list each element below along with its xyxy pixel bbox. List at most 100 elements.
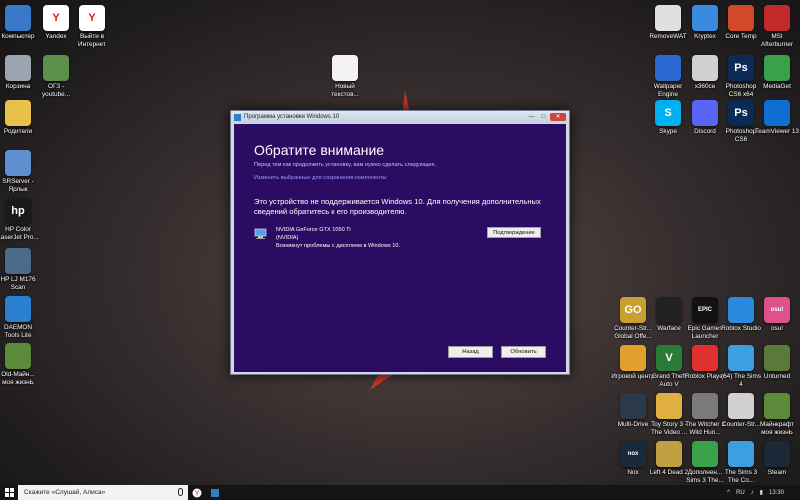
confirm-button[interactable]: Подтверждение	[487, 227, 541, 238]
icon-steam-icon	[764, 441, 790, 467]
icon-label: HP LJ M176 Scan	[0, 276, 36, 291]
icon-label: HP Color LaserJet Pro...	[0, 226, 39, 241]
device-name: NVIDIA GeForce GTX 1050 Ti	[276, 227, 351, 233]
microphone-icon[interactable]	[178, 488, 183, 496]
icon-teamviewer-icon	[764, 100, 790, 126]
icon-photoshop-x64-icon: Ps	[728, 55, 754, 81]
icon-label: Yandex	[45, 33, 67, 40]
icon-yandex-icon: Y	[43, 5, 69, 31]
close-button[interactable]: ✕	[550, 113, 566, 121]
page-title: Обратите внимание	[254, 142, 385, 158]
icon-epic-icon: EPIC	[692, 297, 718, 323]
icon-skype-icon: S	[655, 100, 681, 126]
icon-label: Discord	[694, 128, 716, 135]
icon-ogz-icon	[43, 55, 69, 81]
icon-label: Steam	[767, 469, 787, 476]
taskbar: Скажите «Слушай, Алиса» Y ^ RU ♪ ▮ 13:30	[0, 485, 800, 500]
icon-parents[interactable]: Родители	[0, 100, 40, 136]
icon-wallpaper-engine-icon	[655, 55, 681, 81]
page-subtitle: Перед тем как продолжить установку, вам …	[254, 162, 437, 168]
yandex-browser-icon: Y	[192, 488, 202, 497]
refresh-button[interactable]: Обновить	[501, 346, 546, 358]
setup-window: Программа установки Windows 10 — □ ✕ Обр…	[230, 110, 570, 375]
icon-photoshop-icon: Ps	[728, 100, 754, 126]
tray-chevron-icon[interactable]: ^	[727, 490, 730, 496]
icon-minecraft-old-icon	[5, 343, 31, 369]
icon-l4d2-icon	[656, 441, 682, 467]
icon-label: Выйти в Интернет	[78, 33, 106, 48]
device-vendor: (NVIDIA)	[276, 235, 299, 241]
icon-removewat-icon	[655, 5, 681, 31]
icon-hp-scan[interactable]: HP LJ M176 Scan	[0, 248, 40, 291]
setup-app-icon	[211, 488, 219, 497]
icon-label: Nox	[627, 469, 639, 476]
icon-unturned-icon	[764, 345, 790, 371]
volume-icon[interactable]: ♪	[751, 490, 754, 496]
icon-label: osu!	[770, 325, 784, 332]
icon-minecraft-old[interactable]: Old-Майн... моя жизнЬ	[0, 343, 40, 386]
icon-mediaget[interactable]: MediaGet	[755, 55, 799, 91]
system-tray: ^ RU ♪ ▮ 13:30	[727, 489, 800, 497]
icon-label: Skype	[659, 128, 677, 135]
icon-unturned[interactable]: Unturned	[755, 345, 799, 381]
icon-label: Новый текстов...	[331, 83, 359, 98]
dialog-footer: Назад Обновить	[448, 346, 546, 358]
icon-yandex-exit[interactable]: Y Выйти в Интернет	[70, 5, 114, 48]
icon-parents-icon	[5, 100, 31, 126]
language-indicator[interactable]: RU	[736, 490, 745, 496]
icon-ogz[interactable]: ОГЗ - youtube...	[34, 55, 78, 98]
icon-msi-afterburner-icon	[764, 5, 790, 31]
icon-hp-color[interactable]: hp HP Color LaserJet Pro...	[0, 198, 40, 241]
icon-new-text[interactable]: Новый текстов...	[323, 55, 367, 98]
windows-logo-icon	[4, 488, 14, 497]
icon-teamviewer[interactable]: TeamViewer 13	[755, 100, 799, 136]
icon-label: Unturned	[763, 373, 791, 380]
icon-csgo-icon: GO	[620, 297, 646, 323]
icon-label: Old-Майн... моя жизнЬ	[1, 371, 35, 386]
icon-osu[interactable]: osu! osu!	[755, 297, 799, 333]
icon-srserver[interactable]: SRServer - Ярлык	[0, 150, 40, 193]
icon-sims3-icon	[728, 441, 754, 467]
icon-yandex-exit-icon: Y	[79, 5, 105, 31]
icon-kryptex-icon	[692, 5, 718, 31]
device-info: NVIDIA GeForce GTX 1050 Ti (NVIDIA) Возн…	[276, 226, 400, 250]
window-titlebar[interactable]: Программа установки Windows 10 — □ ✕	[231, 111, 569, 123]
alice-search-box[interactable]: Скажите «Слушай, Алиса»	[18, 485, 188, 500]
change-components-link[interactable]: Изменить выбранные для сохранения компон…	[254, 175, 546, 181]
start-button[interactable]	[0, 485, 18, 500]
icon-minecraft[interactable]: Майнкрафт моя жизнЬ	[755, 393, 799, 436]
icon-daemon-icon	[5, 296, 31, 322]
icon-daemon[interactable]: DAEMON Tools Lite	[0, 296, 40, 339]
icon-label: Kryptex	[694, 33, 716, 40]
setup-content: Обратите внимание Перед тем как продолжи…	[234, 124, 566, 372]
icon-label: Core Temp	[725, 33, 757, 40]
icon-multidrive-icon	[620, 393, 646, 419]
icon-label: Родители	[3, 128, 33, 135]
icon-sims3-ext-icon	[692, 441, 718, 467]
taskbar-yandex-browser[interactable]: Y	[188, 485, 206, 500]
icon-core-temp-icon	[728, 5, 754, 31]
device-issue: Возникнут проблемы с дисплеем в Windows …	[276, 243, 401, 249]
search-placeholder: Скажите «Слушай, Алиса»	[24, 489, 106, 496]
network-icon[interactable]: ▮	[760, 489, 763, 496]
maximize-button[interactable]: □	[538, 113, 549, 121]
back-button[interactable]: Назад	[448, 346, 493, 358]
icon-sims4-64-icon	[728, 345, 754, 371]
icon-label: MediaGet	[763, 83, 791, 90]
icon-label: x360ce	[694, 83, 716, 90]
icon-label: Warface	[657, 325, 681, 332]
icon-label: SRServer - Ярлык	[2, 178, 34, 193]
clock[interactable]: 13:30	[769, 490, 784, 496]
icon-steam[interactable]: Steam	[755, 441, 799, 477]
icon-msi-afterburner[interactable]: MSI Afterburner	[755, 5, 799, 48]
icon-mediaget-icon	[764, 55, 790, 81]
icon-label: Корзина	[5, 83, 31, 90]
device-row: NVIDIA GeForce GTX 1050 Ti (NVIDIA) Возн…	[254, 226, 546, 250]
minimize-button[interactable]: —	[526, 113, 537, 121]
icon-counter-strike-icon	[728, 393, 754, 419]
taskbar-windows-setup[interactable]	[206, 485, 224, 500]
icon-hp-color-icon: hp	[5, 198, 31, 224]
icon-witcher3-icon	[692, 393, 718, 419]
icon-label: DAEMON Tools Lite	[3, 324, 33, 339]
icon-computer-icon	[5, 5, 31, 31]
